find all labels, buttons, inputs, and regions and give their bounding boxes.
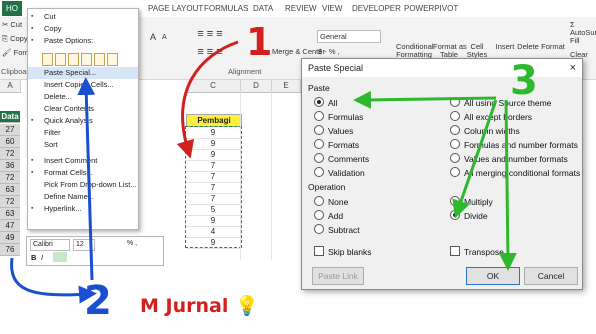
step-1-label: 1 [246,20,273,64]
watermark: M Jurnal 💡 [140,295,259,317]
lightbulb-icon: 💡 [234,295,259,317]
red-arrow [176,40,239,159]
blue-arrow-up [77,77,96,281]
green-arrow-ok [498,99,517,271]
green-arrow-all [353,90,497,109]
blue-arrow-left [10,257,97,304]
green-arrow-divide [452,99,498,219]
step-3-label: 3 [510,58,538,104]
step-2-label: 2 [84,278,112,324]
